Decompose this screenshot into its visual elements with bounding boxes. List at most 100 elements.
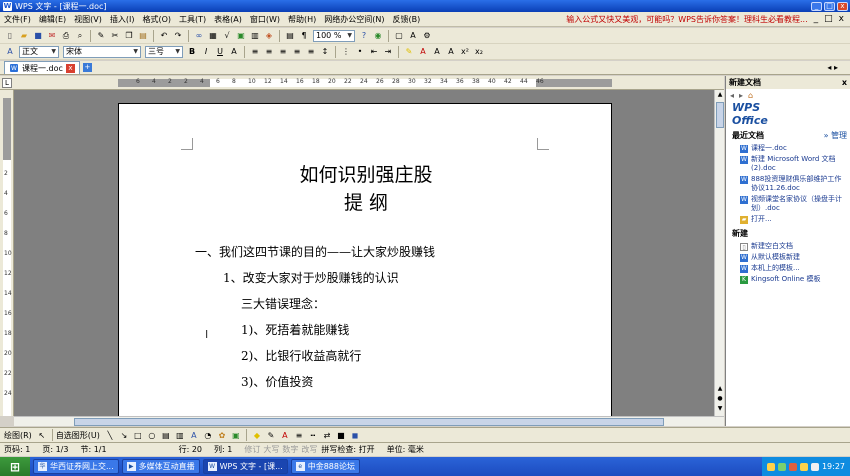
menu-window[interactable]: 窗口(W) — [246, 14, 284, 25]
doc-close-button[interactable]: x — [839, 14, 844, 24]
tray-icon[interactable] — [766, 462, 775, 471]
3d-icon[interactable]: ◼ — [349, 429, 361, 441]
online-templates-link[interactable]: K Kingsoft Online 模板 — [726, 274, 850, 285]
superscript-icon[interactable]: x² — [459, 46, 471, 58]
font-color-icon[interactable]: A — [279, 429, 291, 441]
doc-restore-button[interactable]: □ — [824, 14, 833, 24]
taskbar-item-forum[interactable]: e 中金888论坛 — [290, 459, 360, 474]
styles-icon[interactable]: A — [4, 46, 16, 58]
vertical-scrollbar[interactable]: ▲ ▲ ● ▼ — [714, 90, 724, 416]
menu-insert[interactable]: 插入(I) — [106, 14, 139, 25]
doc-minimize-button[interactable]: _ — [814, 14, 819, 24]
home-icon[interactable]: ⌂ — [748, 91, 753, 100]
capture-icon[interactable]: ▢ — [393, 30, 405, 42]
undo-icon[interactable]: ↶ — [158, 30, 170, 42]
save-icon[interactable]: ■ — [32, 30, 44, 42]
decrease-indent-icon[interactable]: ⇤ — [368, 46, 380, 58]
open-folder-icon[interactable]: ▰ — [18, 30, 30, 42]
insert-picture-icon[interactable]: ▣ — [230, 429, 242, 441]
align-left-icon[interactable]: ≡ — [249, 46, 261, 58]
horizontal-scroll-thumb[interactable] — [74, 418, 664, 426]
status-overwrite[interactable]: 改写 — [301, 444, 317, 455]
numbered-list-icon[interactable]: ⋮ — [340, 46, 352, 58]
tray-icon[interactable] — [799, 462, 808, 471]
clipart-icon[interactable]: ✿ — [216, 429, 228, 441]
document-map-icon[interactable]: ▤ — [284, 30, 296, 42]
textbox-icon[interactable]: ▤ — [160, 429, 172, 441]
cut-icon[interactable]: ✂ — [109, 30, 121, 42]
subscript-icon[interactable]: x₂ — [473, 46, 485, 58]
start-button[interactable]: ⊞ — [0, 457, 30, 476]
forward-icon[interactable]: ▸ — [739, 91, 743, 100]
menu-help[interactable]: 帮助(H) — [284, 14, 320, 25]
paste-icon[interactable]: ▤ — [137, 30, 149, 42]
close-button[interactable]: x — [837, 1, 848, 11]
line-style-icon[interactable]: ≡ — [293, 429, 305, 441]
justify-icon[interactable]: ≡ — [291, 46, 303, 58]
menu-edit[interactable]: 编辑(E) — [35, 14, 70, 25]
volume-icon[interactable] — [810, 462, 819, 471]
tab-course-one[interactable]: W 课程一.doc x — [4, 61, 80, 74]
print-icon[interactable]: ⎙ — [60, 30, 72, 42]
bullet-list-icon[interactable]: • — [354, 46, 366, 58]
recent-doc-item[interactable]: W 视频课堂名家协议（操盘手计划）.doc — [726, 194, 850, 214]
taskbar-item-wps[interactable]: W WPS 文字 - [课... — [202, 459, 288, 474]
font-size-combo[interactable]: 三号 ▼ — [145, 45, 183, 58]
copy-icon[interactable]: ❐ — [123, 30, 135, 42]
document-canvas[interactable]: 如何识别强庄股 提 纲 一、我们这四节课的目的——让大家炒股赚钱 1、改变大家对… — [14, 90, 714, 416]
manage-link[interactable]: » 管理 — [824, 130, 847, 141]
distribute-icon[interactable]: ≡ — [305, 46, 317, 58]
shadow-icon[interactable]: ■ — [335, 429, 347, 441]
status-unit[interactable]: 单位: 毫米 — [387, 444, 424, 455]
recent-doc-item[interactable]: W 888投资理财俱乐部维护工作协议11.26.doc — [726, 174, 850, 194]
select-objects-icon[interactable]: ↖ — [36, 429, 48, 441]
maximize-button[interactable]: □ — [824, 1, 835, 11]
status-spell-check[interactable]: 拼写检查: 打开 — [321, 444, 374, 455]
horizontal-ruler[interactable]: L 6 4 2 2 4 6 8 10 12 14 16 18 20 22 24 26 28 30 32 34 36 38 4… — [0, 76, 724, 90]
promo-link[interactable]: 输入公式又快又美观，可能吗？WPS告诉你答案！理科生必看教程... — [566, 14, 813, 25]
new-blank-doc-link[interactable]: ▯ 新建空白文档 — [726, 241, 850, 252]
new-from-default-template-link[interactable]: W 从默认模板新建 — [726, 252, 850, 263]
menu-network-office[interactable]: 网络办公空间(N) — [320, 14, 388, 25]
menu-feedback[interactable]: 反馈(B) — [389, 14, 425, 25]
shrink-font-icon[interactable]: A — [445, 46, 457, 58]
status-track-changes[interactable]: 修订 — [244, 444, 260, 455]
draw-menu[interactable]: 绘图(R) — [4, 430, 32, 441]
align-right-icon[interactable]: ≡ — [277, 46, 289, 58]
minimize-button[interactable]: _ — [811, 1, 822, 11]
select-browse-icon[interactable]: ● — [716, 395, 724, 402]
format-painter-icon[interactable]: ✎ — [95, 30, 107, 42]
formula-icon[interactable]: √ — [221, 30, 233, 42]
bold-button[interactable]: B — [186, 46, 198, 58]
taskbar-item-live[interactable]: ▶ 多媒体互动直播 — [121, 459, 200, 474]
recent-doc-item[interactable]: W 新建 Microsoft Word 文档(2).doc — [726, 154, 850, 174]
vertical-textbox-icon[interactable]: ▥ — [174, 429, 186, 441]
columns-icon[interactable]: ▥ — [249, 30, 261, 42]
task-pane-close-button[interactable]: x — [842, 78, 847, 87]
align-center-icon[interactable]: ≡ — [263, 46, 275, 58]
back-icon[interactable]: ◂ — [730, 91, 734, 100]
font-color-icon[interactable]: A — [417, 46, 429, 58]
style-combo[interactable]: 正文 ▼ — [19, 45, 59, 58]
tray-icon[interactable] — [777, 462, 786, 471]
tools-icon[interactable]: ⚙ — [421, 30, 433, 42]
local-templates-link[interactable]: W 本机上的模板... — [726, 263, 850, 274]
menu-view[interactable]: 视图(V) — [70, 14, 106, 25]
redo-icon[interactable]: ↷ — [172, 30, 184, 42]
menu-format[interactable]: 格式(O) — [138, 14, 175, 25]
drawing-icon[interactable]: ◈ — [263, 30, 275, 42]
taskbar-item-broker[interactable]: 华华西证券网上交... — [33, 459, 119, 474]
menu-file[interactable]: 文件(F) — [0, 14, 35, 25]
arrow-icon[interactable]: ↘ — [118, 429, 130, 441]
increase-indent-icon[interactable]: ⇥ — [382, 46, 394, 58]
prev-page-icon[interactable]: ▲ — [716, 385, 724, 392]
italic-button[interactable]: I — [200, 46, 212, 58]
vertical-ruler[interactable]: 2 4 6 8 10 12 14 16 18 20 22 24 — [0, 90, 14, 416]
print-preview-icon[interactable]: ⌕ — [74, 30, 86, 42]
wordart-icon[interactable]: A — [188, 429, 200, 441]
tray-icon[interactable] — [788, 462, 797, 471]
autoshape-menu[interactable]: 自选图形(U) — [56, 430, 100, 441]
arrow-style-icon[interactable]: ⇄ — [321, 429, 333, 441]
open-file-link[interactable]: ▰ 打开... — [726, 214, 850, 225]
horizontal-scrollbar[interactable] — [14, 416, 724, 426]
